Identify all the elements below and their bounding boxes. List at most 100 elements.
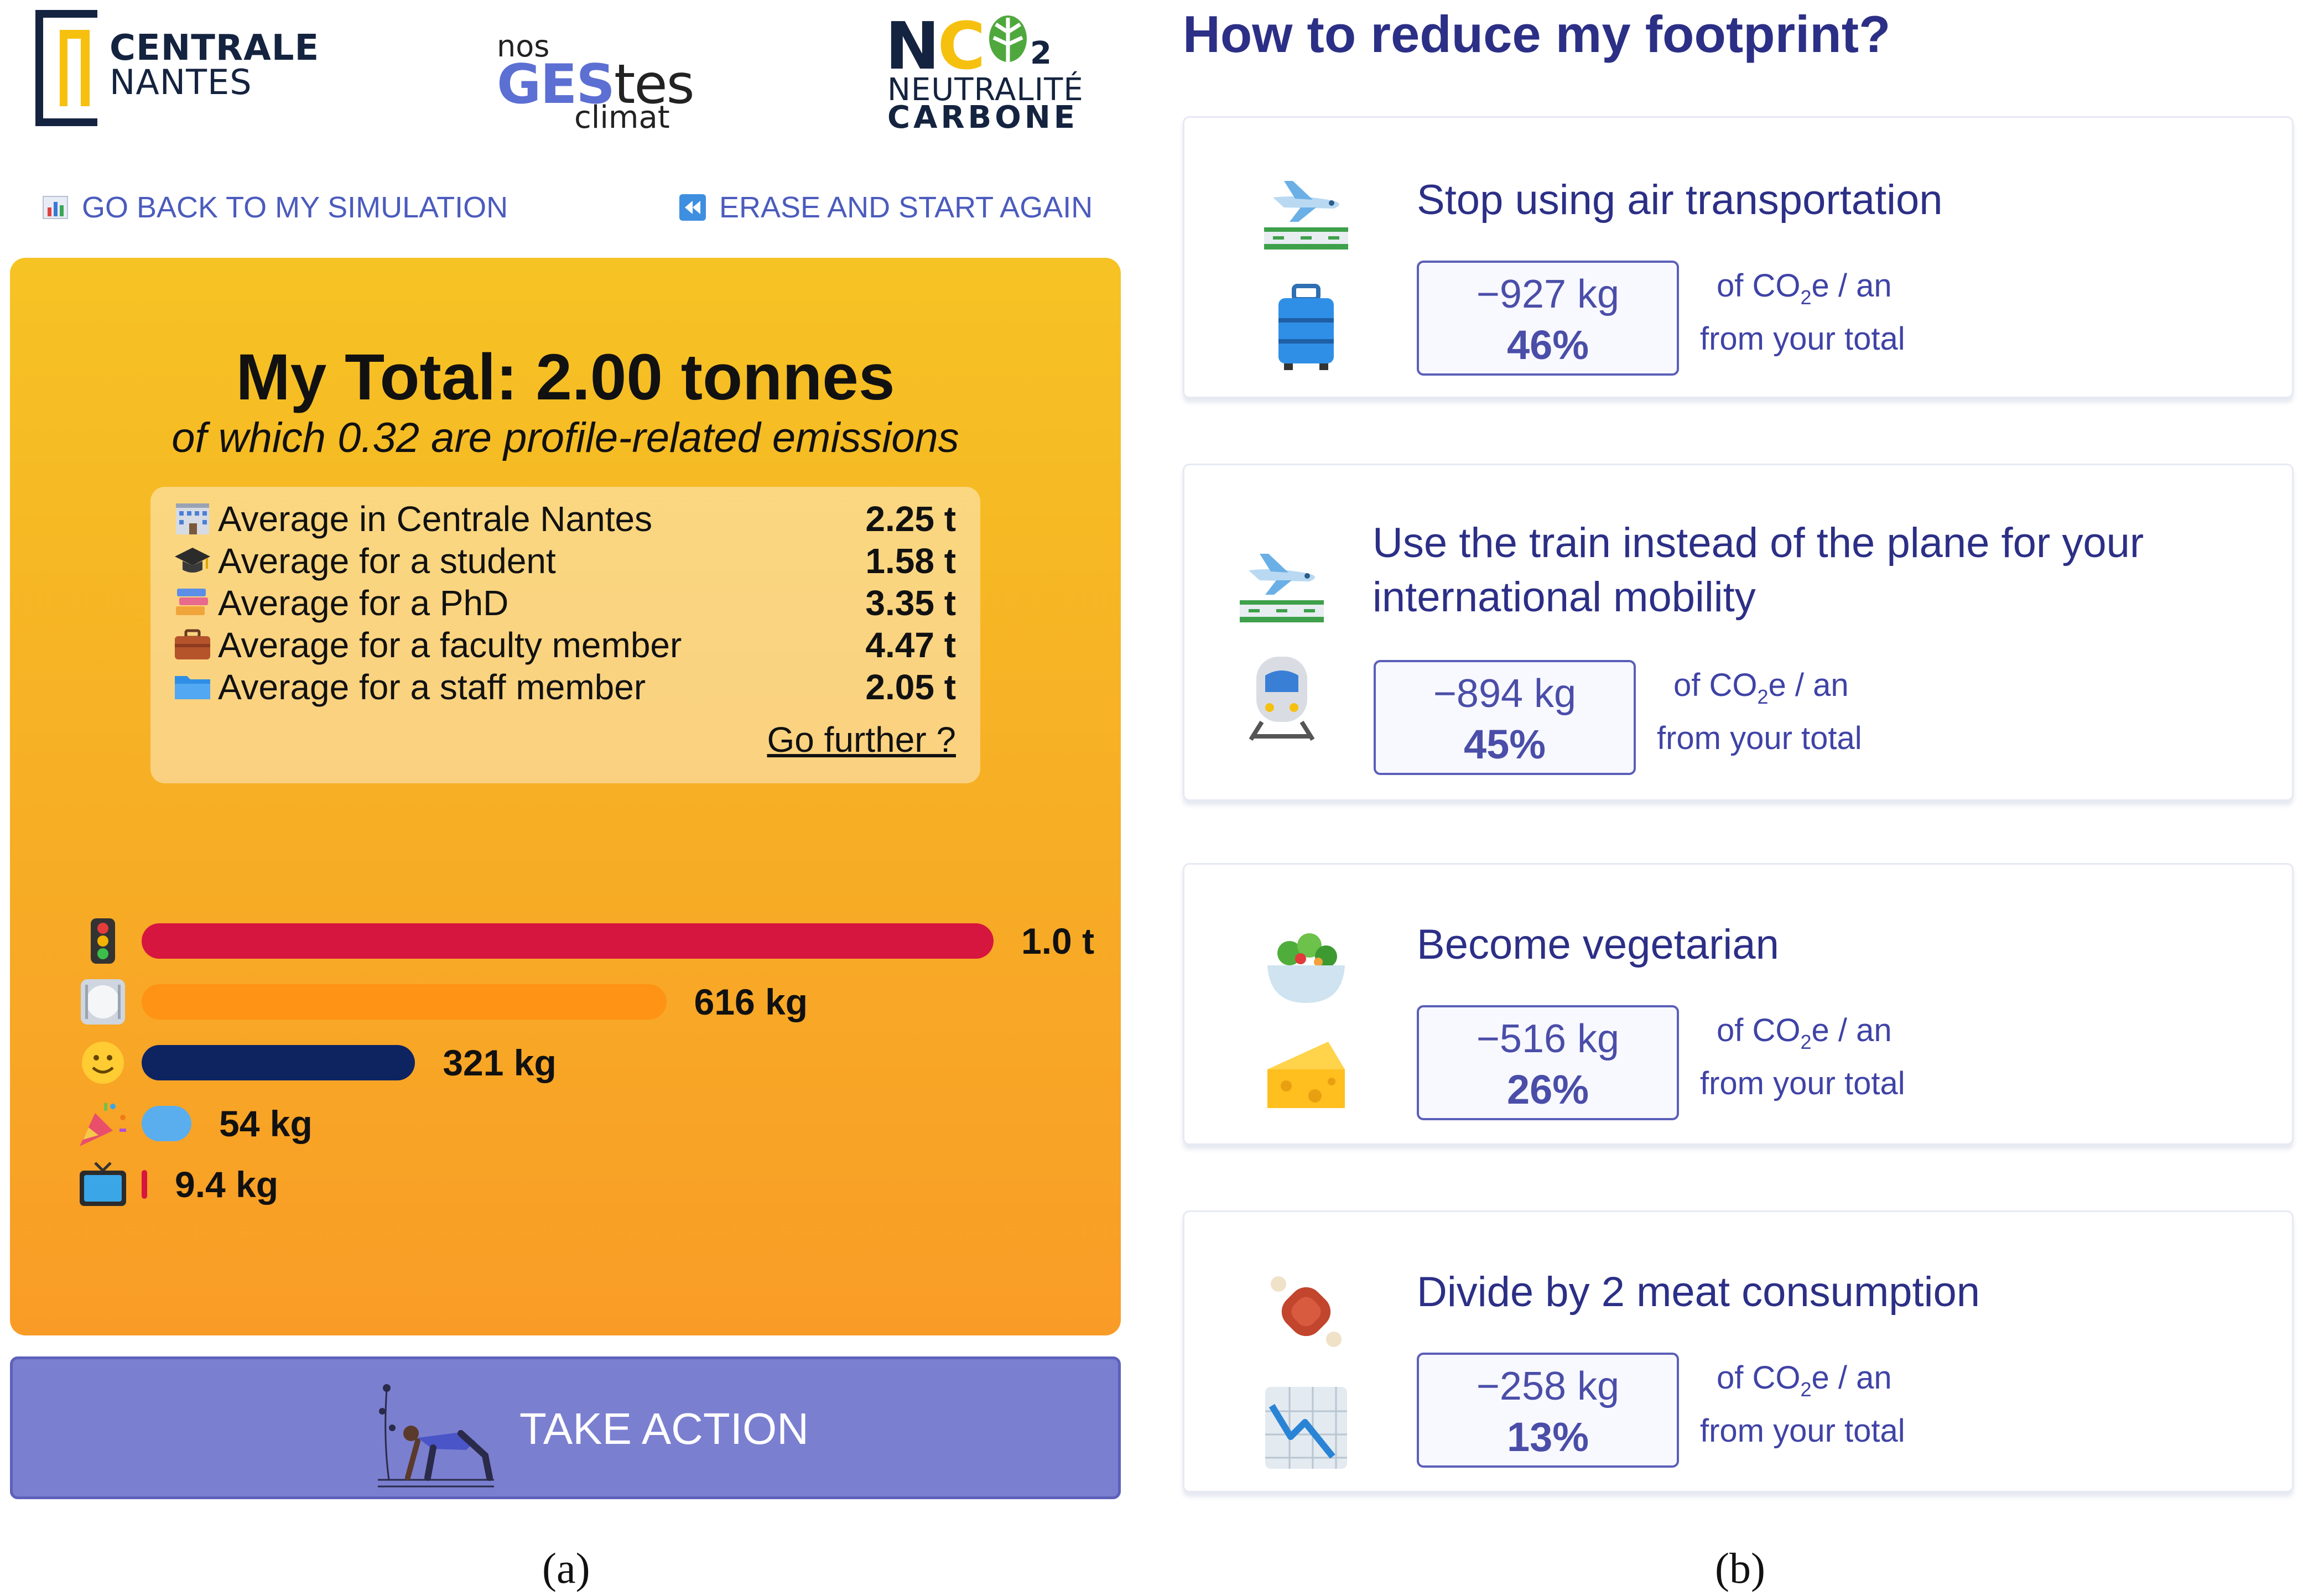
action-card[interactable]: Stop using air transportation −927 kg 46…: [1183, 116, 2294, 398]
category-bar-label: 616 kg: [694, 981, 808, 1022]
erase-and-start-again-link[interactable]: ERASE AND START AGAIN: [679, 188, 1093, 227]
co2-suffix: e / an: [1811, 1012, 1892, 1048]
cheese-icon: [1267, 1042, 1345, 1108]
average-row: Average for a staff member 2.05 t: [173, 666, 956, 708]
total-title: My Total: 2.00 tonnes: [236, 341, 895, 414]
co2-prefix: of CO: [1717, 268, 1801, 304]
suitcase-icon: [1278, 284, 1334, 370]
impact-box: −258 kg 13%: [1417, 1353, 1679, 1468]
average-value: 2.05 t: [865, 667, 956, 707]
go-back-label: GO BACK TO MY SIMULATION: [82, 191, 508, 224]
bar-chart-icon: [43, 196, 68, 219]
impact-unit-text: of CO2e / an: [1717, 1359, 1892, 1401]
page-title: How to reduce my footprint?: [1183, 5, 1891, 63]
graduation-cap-icon: [175, 548, 210, 573]
nc2-neutralite-carbone-logo: NC 2 NEUTRALITÉ CARBONE: [885, 8, 1083, 136]
impact-box: −516 kg 26%: [1417, 1005, 1679, 1120]
impact-unit-text: of CO2e / an: [1717, 1012, 1892, 1053]
go-back-to-simulation-link[interactable]: GO BACK TO MY SIMULATION: [42, 188, 508, 227]
logo-carbone: CARBONE: [887, 100, 1078, 136]
action-card[interactable]: Become vegetarian −516 kg 26% of CO2e / …: [1183, 863, 2294, 1145]
action-title: Use the train instead of the plane for y…: [1373, 516, 2144, 625]
action-title-line: Divide by 2 meat consumption: [1417, 1269, 1980, 1316]
centrale-nantes-logo: CENTRALE NANTES: [35, 10, 319, 126]
category-bar: [142, 1045, 415, 1080]
chart-decreasing-icon: [1265, 1387, 1347, 1469]
average-row: Average for a PhD 3.35 t: [173, 582, 956, 624]
rewind-icon: [679, 194, 706, 221]
impact-total-text: from your total: [1700, 321, 1905, 357]
average-label: Average in Centrale Nantes: [218, 499, 653, 539]
average-value: 2.25 t: [865, 499, 956, 539]
co2-subscript: 2: [1800, 286, 1812, 309]
impact-kg: −258 kg: [1476, 1364, 1620, 1408]
category-bar-row[interactable]: 321 kg: [76, 1038, 557, 1088]
take-action-label: TAKE ACTION: [519, 1404, 809, 1453]
action-title: Stop using air transportation: [1417, 173, 1943, 227]
leaf-icon: [989, 15, 1027, 62]
co2-subscript: 2: [1800, 1378, 1812, 1401]
action-card[interactable]: Use the train instead of the plane for y…: [1183, 464, 2294, 801]
impact-unit-text: of CO2e / an: [1717, 267, 1892, 309]
plate-icon: [81, 979, 125, 1025]
category-bar-label: 54 kg: [219, 1103, 313, 1144]
co2-subscript: 2: [1757, 685, 1769, 708]
school-building-icon: [176, 503, 209, 534]
meat-icon: [1271, 1276, 1342, 1347]
salad-icon: [1267, 933, 1345, 1003]
action-title-line: international mobility: [1373, 574, 1756, 621]
average-value: 3.35 t: [865, 583, 956, 623]
category-bar-label: 321 kg: [443, 1042, 557, 1083]
take-action-button[interactable]: TAKE ACTION: [10, 1356, 1121, 1499]
category-bar: [142, 984, 667, 1020]
briefcase-icon: [175, 629, 210, 659]
average-row: Average for a student 1.58 t: [173, 540, 956, 582]
erase-label: ERASE AND START AGAIN: [719, 191, 1093, 224]
co2-prefix: of CO: [1717, 1360, 1801, 1396]
action-title-line: Use the train instead of the plane for y…: [1373, 519, 2144, 566]
average-value: 1.58 t: [865, 541, 956, 581]
logo-wordmark: CENTRALE NANTES: [110, 30, 319, 102]
co2-prefix: of CO: [1717, 1012, 1801, 1048]
impact-total-text: from your total: [1700, 1065, 1905, 1101]
average-label: Average for a staff member: [218, 667, 646, 707]
logo-climat: climat: [574, 100, 670, 136]
co2-suffix: e / an: [1811, 268, 1892, 304]
impact-unit-text: of CO2e / an: [1673, 667, 1849, 708]
runner-start-icon: [378, 1384, 494, 1488]
category-bar-row[interactable]: 616 kg: [76, 977, 808, 1027]
average-label: Average for a faculty member: [218, 625, 682, 665]
impact-kg: −516 kg: [1476, 1017, 1620, 1061]
average-label: Average for a PhD: [218, 583, 509, 623]
co2-prefix: of CO: [1673, 667, 1758, 703]
category-bar: [142, 923, 994, 959]
impact-percent: 46%: [1506, 322, 1589, 368]
go-further-link[interactable]: Go further ?: [767, 719, 956, 760]
category-bar-row[interactable]: 1.0 t: [76, 916, 1094, 966]
logo-line-2: NANTES: [110, 62, 252, 102]
action-title: Divide by 2 meat consumption: [1417, 1265, 1980, 1319]
impact-box: −894 kg 45%: [1374, 660, 1636, 775]
impact-percent: 26%: [1506, 1067, 1589, 1112]
smiley-icon: [82, 1042, 124, 1084]
category-bar-row[interactable]: 54 kg: [76, 1099, 313, 1148]
action-card[interactable]: Divide by 2 meat consumption −258 kg 13%…: [1183, 1210, 2294, 1493]
caption-b: (b): [1715, 1544, 1765, 1592]
traffic-light-icon: [91, 918, 115, 964]
category-bar: [142, 1170, 147, 1199]
co2-suffix: e / an: [1811, 1360, 1892, 1396]
logo-two: 2: [1030, 35, 1052, 71]
total-subtitle: of which 0.32 are profile-related emissi…: [171, 414, 959, 461]
category-bar: [142, 1106, 191, 1141]
logo-pillar: [60, 30, 90, 106]
train-icon: [1249, 657, 1315, 741]
party-popper-icon: [80, 1103, 126, 1146]
total-footprint-card: My Total: 2.00 tonnes of which 0.32 are …: [10, 258, 1121, 1335]
category-bar-row[interactable]: 9.4 kg: [76, 1160, 278, 1209]
folder-icon: [175, 676, 210, 699]
impact-percent: 45%: [1463, 721, 1546, 767]
impact-total-text: from your total: [1657, 720, 1862, 756]
average-row: Average for a faculty member 4.47 t: [173, 624, 956, 666]
action-title-line: Become vegetarian: [1417, 921, 1779, 968]
impact-percent: 13%: [1506, 1414, 1589, 1460]
